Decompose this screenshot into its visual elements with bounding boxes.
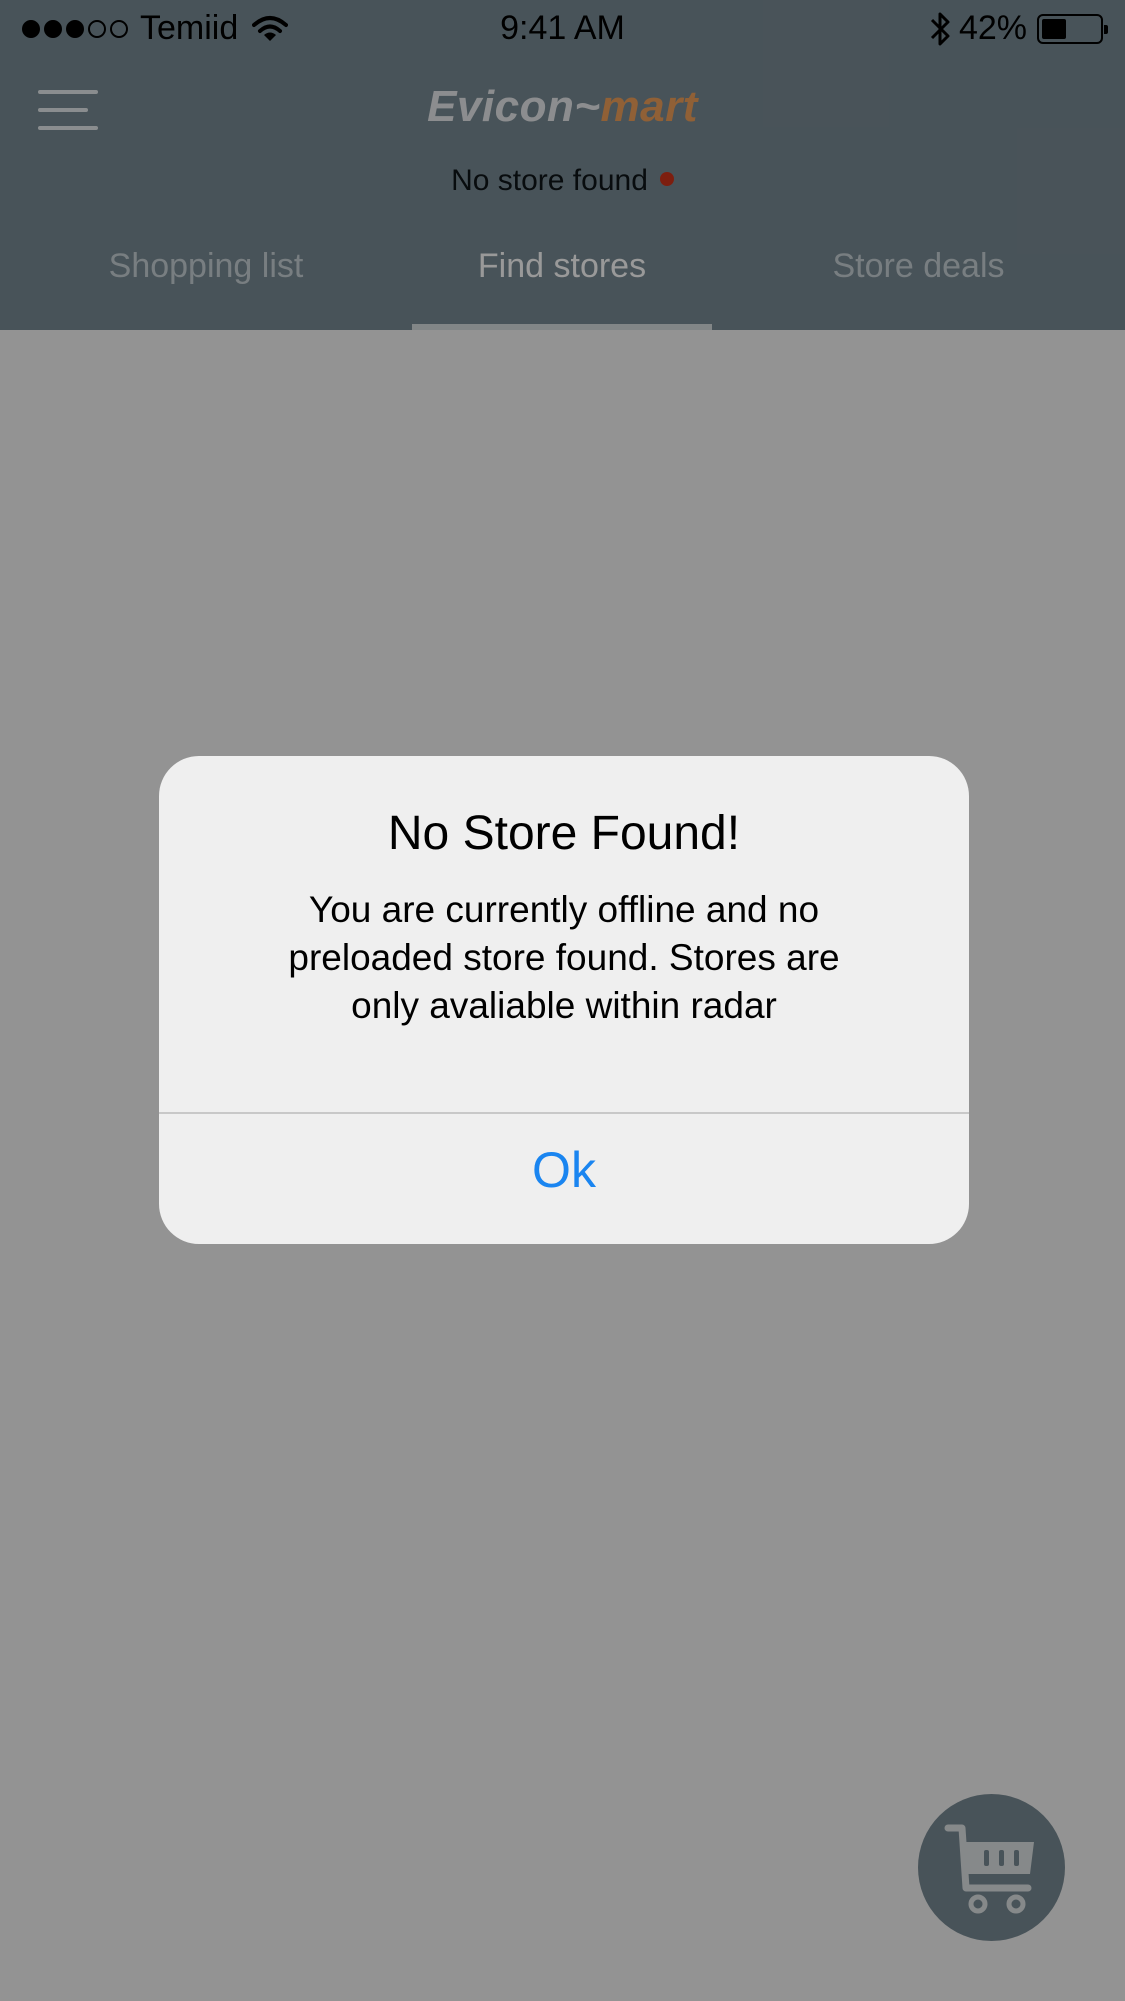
ok-button[interactable]: Ok <box>159 1114 969 1244</box>
alert-title: No Store Found! <box>387 807 741 860</box>
alert-message: You are currently offline and no preload… <box>288 889 840 1026</box>
alert-dialog: No Store Found! You are currently offlin… <box>159 756 969 1244</box>
